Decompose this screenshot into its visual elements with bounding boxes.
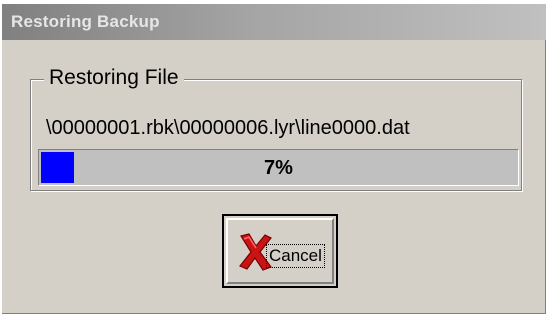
cancel-label: Cancel bbox=[266, 244, 325, 268]
group-label: Restoring File bbox=[44, 66, 184, 90]
title-bar[interactable]: Restoring Backup bbox=[2, 4, 546, 40]
window-title: Restoring Backup bbox=[11, 12, 160, 31]
restore-progress-bar: 7% bbox=[38, 149, 519, 186]
cancel-button-face: Cancel bbox=[226, 218, 334, 284]
progress-percent: 7% bbox=[264, 157, 293, 179]
current-file-path: \00000001.rbk\00000006.lyr\line0000.dat bbox=[46, 117, 410, 139]
cancel-button[interactable]: Cancel bbox=[222, 214, 338, 288]
